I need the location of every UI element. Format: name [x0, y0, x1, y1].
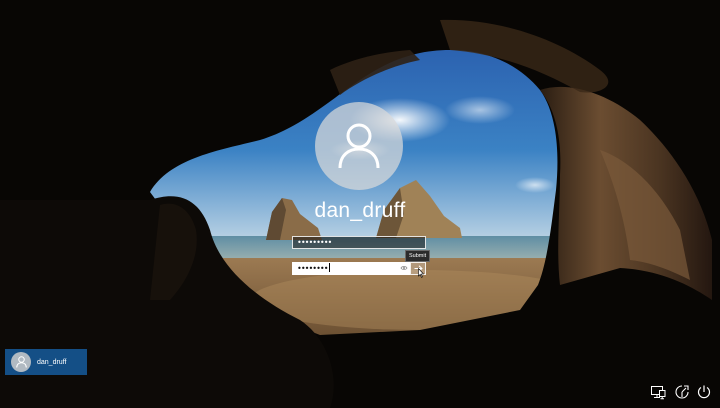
ease-of-access-icon[interactable] [674, 384, 690, 400]
user-icon [15, 356, 27, 368]
mouse-cursor-icon [418, 268, 424, 278]
username-label: dan_druff [314, 199, 406, 222]
user-tile-label: dan_druff [37, 358, 67, 366]
submit-tooltip: Submit [405, 250, 431, 262]
text-caret [328, 263, 330, 272]
network-icon[interactable] [650, 384, 666, 400]
small-avatar [11, 352, 31, 372]
user-icon [338, 123, 380, 169]
user-avatar [315, 102, 403, 190]
reveal-password-icon[interactable] [400, 264, 408, 272]
old-password-field[interactable]: ••••••••• [292, 236, 426, 249]
new-password-value: •••••••• [297, 264, 329, 273]
user-switcher-tile[interactable]: dan_druff [5, 349, 87, 375]
power-icon[interactable] [696, 384, 712, 400]
new-password-field[interactable]: •••••••• [292, 262, 410, 275]
